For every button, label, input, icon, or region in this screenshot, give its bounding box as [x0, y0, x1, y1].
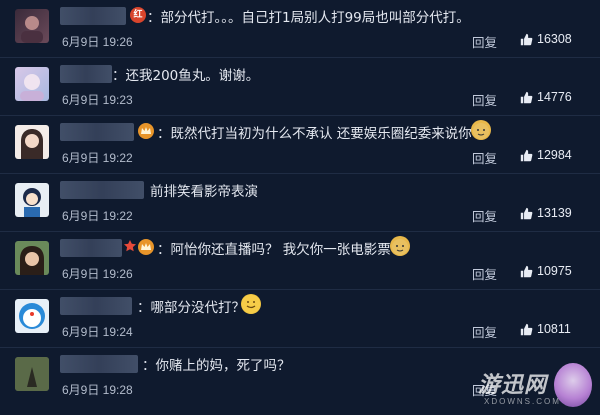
reply-button[interactable]: 回复 — [472, 206, 497, 225]
comment-time: 6月9日 19:23 — [62, 93, 133, 107]
reply-button[interactable]: 回复 — [472, 148, 497, 167]
site-watermark: 游迅网 XDOWNS.COM — [474, 363, 594, 413]
avatar-image — [23, 188, 41, 217]
avatar[interactable] — [15, 9, 49, 43]
comment-item: 红 ：部分代打。。。自己打1局别人打99局也叫部分代打。 6月9日 19:26 … — [0, 0, 600, 58]
comment-time: 6月9日 19:26 — [62, 35, 133, 49]
avatar-image — [20, 246, 44, 275]
username-blurred[interactable] — [60, 123, 134, 141]
avatar[interactable] — [15, 241, 49, 275]
avatar[interactable] — [15, 183, 49, 217]
like-count: 10975 — [537, 264, 572, 278]
like-button[interactable]: 12984 — [520, 147, 572, 163]
fan-badge — [138, 123, 154, 139]
username-blurred[interactable] — [60, 297, 132, 315]
thumbs-up-icon — [520, 91, 533, 103]
comment-text: ：你赌上的妈，死了吗？ — [142, 358, 291, 374]
comment-item: ：还我200鱼丸。谢谢。 6月9日 19:23 回复 14776 — [0, 58, 600, 116]
level-badge: 红 — [130, 7, 146, 23]
avatar[interactable] — [15, 67, 49, 101]
like-button[interactable]: 10811 — [520, 321, 571, 337]
comment-time: 6月9日 19:26 — [62, 267, 133, 281]
avatar-image — [15, 357, 49, 391]
thumbs-up-icon — [520, 323, 533, 335]
watermark-brand: 游迅网 — [478, 373, 548, 398]
reply-button[interactable]: 回复 — [472, 322, 497, 341]
comment-item: ：既然代打当初为什么不承认 还要娱乐圈纪委来说你 6月9日 19:22 回复 1… — [0, 116, 600, 174]
thumbs-up-icon — [520, 149, 533, 161]
avatar-image — [20, 74, 44, 101]
thumbs-up-icon — [520, 207, 533, 219]
comment-time: 6月9日 19:24 — [62, 325, 133, 339]
like-button[interactable]: 13139 — [520, 205, 572, 221]
doge-emoji-icon — [471, 120, 491, 140]
like-count: 14776 — [537, 90, 572, 104]
avatar[interactable] — [15, 125, 49, 159]
like-button[interactable]: 14776 — [520, 89, 572, 105]
username-blurred[interactable] — [60, 7, 126, 25]
crown-icon — [141, 127, 151, 134]
comment-item: ：哪部分没代打？ 6月9日 19:24 回复 10811 — [0, 290, 600, 348]
avatar-image — [21, 16, 43, 43]
comment-text: ：部分代打。。。自己打1局别人打99局也叫部分代打。 — [147, 10, 470, 26]
avatar-image — [19, 303, 45, 329]
comment-text: ：哪部分没代打？ — [137, 300, 245, 316]
like-count: 13139 — [537, 206, 572, 220]
doge-emoji-icon — [473, 123, 489, 139]
username-blurred[interactable] — [60, 65, 112, 83]
smile-emoji-icon — [241, 294, 261, 314]
smile-emoji-icon — [242, 295, 260, 313]
avatar-image — [21, 129, 43, 159]
comment-text: 前排笑看影帝表演 — [150, 184, 258, 200]
crown-icon — [141, 243, 151, 250]
comment-text: ：阿怡你还直播吗？ 我欠你一张电影票 — [157, 242, 391, 258]
thumbs-up-icon — [520, 33, 533, 45]
username-blurred[interactable] — [60, 239, 122, 257]
comment-time: 6月9日 19:28 — [62, 383, 133, 397]
like-count: 16308 — [537, 32, 572, 46]
comment-text: ：既然代打当初为什么不承认 还要娱乐圈纪委来说你 — [157, 126, 472, 142]
avatar[interactable] — [15, 299, 49, 333]
like-count: 10811 — [537, 322, 571, 336]
comment-time: 6月9日 19:22 — [62, 209, 133, 223]
reply-button[interactable]: 回复 — [472, 90, 497, 109]
star-badge — [122, 239, 138, 255]
comment-item: ：阿怡你还直播吗？ 我欠你一张电影票 6月9日 19:26 回复 10975 — [0, 232, 600, 290]
thumbs-up-icon — [520, 265, 533, 277]
username-blurred[interactable] — [60, 355, 138, 373]
watermark-domain: XDOWNS.COM — [484, 397, 561, 406]
reply-button[interactable]: 回复 — [472, 264, 497, 283]
doge-emoji-icon — [390, 236, 410, 256]
like-button[interactable]: 16308 — [520, 31, 572, 47]
comment-text: ：还我200鱼丸。谢谢。 — [112, 68, 260, 84]
reply-button[interactable]: 回复 — [472, 32, 497, 51]
comment-time: 6月9日 19:22 — [62, 151, 133, 165]
mascot-logo-icon — [554, 363, 592, 407]
like-count: 12984 — [537, 148, 572, 162]
star-icon — [124, 240, 136, 252]
username-blurred[interactable] — [60, 181, 144, 199]
doge-emoji-icon — [392, 239, 408, 255]
like-button[interactable]: 10975 — [520, 263, 572, 279]
avatar[interactable] — [15, 357, 49, 391]
comment-item: 前排笑看影帝表演 6月9日 19:22 回复 13139 — [0, 174, 600, 232]
fan-badge — [138, 239, 154, 255]
